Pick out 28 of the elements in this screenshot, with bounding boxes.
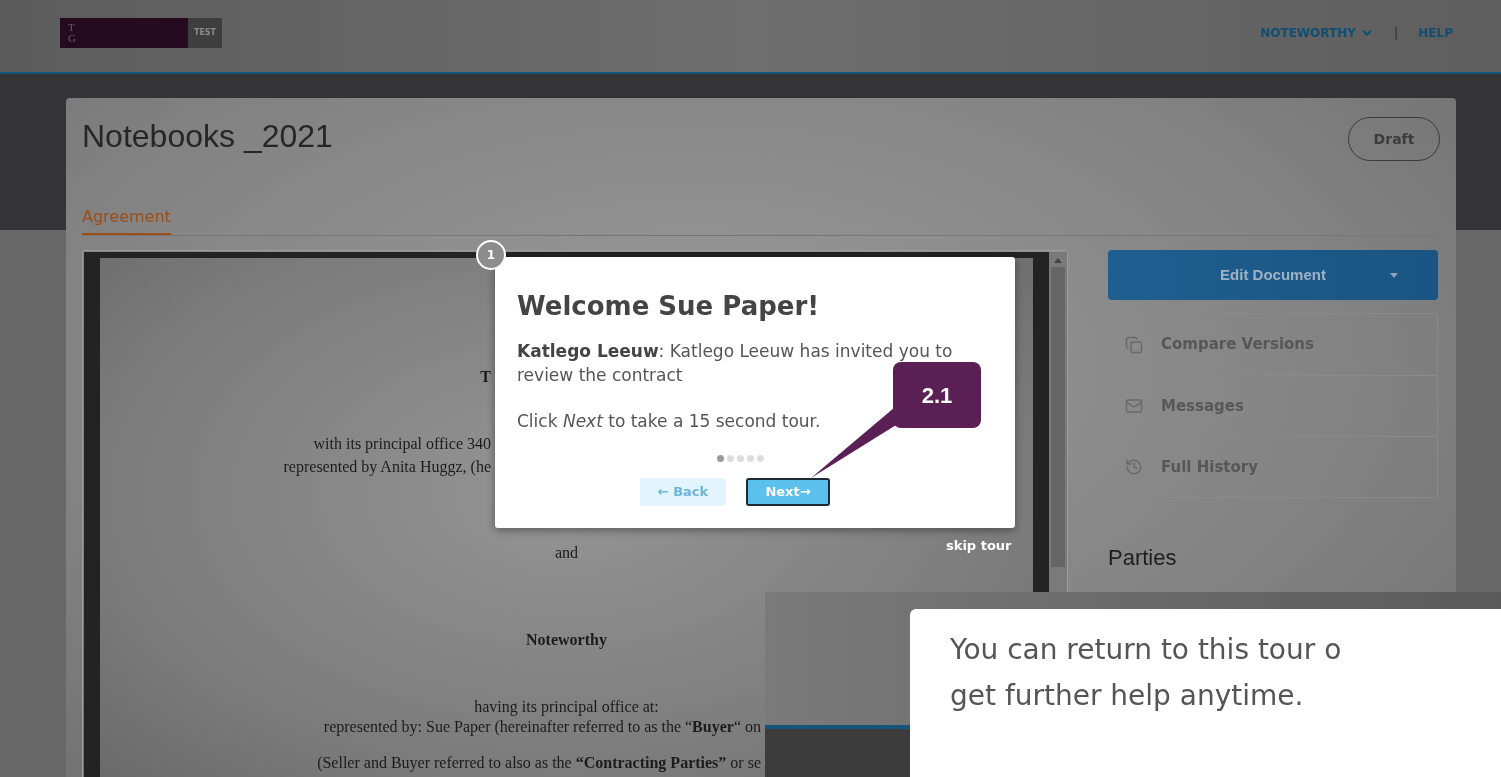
document-tab[interactable]: Agreement [82,205,171,235]
document-text: represented by: Sue Paper (hereinafter referred to as the “Buyer“ on [322,718,761,736]
section-title: Parties [1108,544,1178,572]
edit-document-button[interactable]: Edit Document [1108,250,1438,300]
caret-icon [1390,272,1398,278]
inset-message: You can return to this tour o get further help anytime. [950,632,1343,714]
document-text: (Seller and Buyer referred to also as the “Contracting Parties” or se [316,754,761,772]
next-button[interactable]: Next→ [746,477,830,506]
help-link[interactable]: HELP [1418,24,1453,42]
mail-icon [1125,397,1143,415]
badge-label: TEST [193,27,217,39]
document-text: with its principal office 340 [312,435,491,453]
popup-instruction: Click Next to take a 15 second tour. [517,410,822,433]
scroll-up-icon [1054,258,1062,263]
history-icon [1125,458,1143,476]
document-title: Notebooks _2021 [82,117,333,156]
copy-icon [1125,335,1143,354]
callout-label: 2.1 [893,362,981,428]
account-menu[interactable]: NOTEWORTHY [1260,24,1374,42]
popup-title: Welcome Sue Paper! [517,290,821,323]
document-text: and [554,544,579,562]
document-text: represented by Anita Huggz, (he [282,458,491,476]
document-text: Noteworthy [526,631,607,649]
nav-separator: | [1392,25,1400,42]
logo-monogram: TG [68,22,77,44]
skip-tour-link[interactable]: skip tour [946,536,1012,556]
document-text: having its principal office at: [474,698,659,716]
document-text: T [479,368,491,386]
